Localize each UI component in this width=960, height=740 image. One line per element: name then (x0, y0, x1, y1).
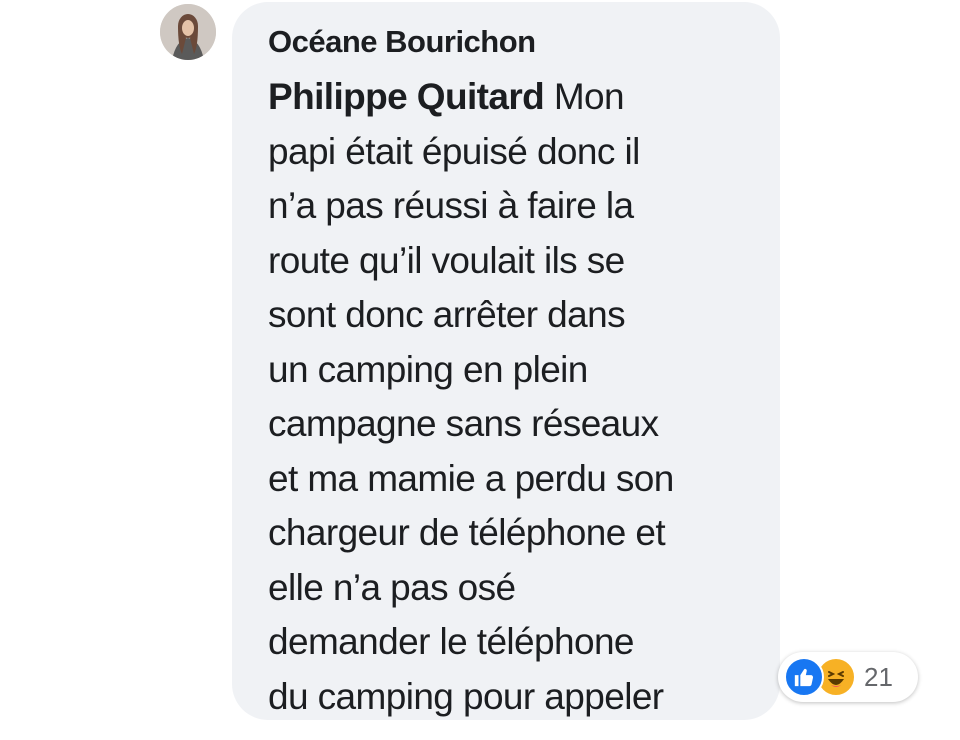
comment-line: n’a pas réussi à faire la (268, 185, 634, 226)
mention-tag[interactable]: Philippe Quitard (268, 76, 545, 117)
comment-line: du camping pour appeler (268, 675, 664, 717)
comment-line: demander le téléphone (268, 621, 635, 662)
comment-line: campagne sans réseaux (268, 403, 659, 444)
comment-line: route qu’il voulait ils se (268, 239, 625, 281)
reaction-count: 21 (864, 661, 893, 692)
comment-line: et ma mamie a perdu son (268, 457, 674, 499)
avatar[interactable] (160, 4, 216, 60)
like-icon (784, 657, 824, 697)
comment-line: chargeur de téléphone et (268, 512, 666, 553)
comment-line: elle n’a pas osé (268, 566, 516, 608)
comment-text: Philippe Quitard Mon papi était épuisé d… (268, 70, 754, 724)
reactions-summary[interactable]: 21 (778, 652, 918, 702)
comment-line: un camping en plein (268, 348, 588, 390)
comment-line: papi était épuisé donc il (268, 130, 640, 172)
comment-line: sont donc arrêter dans (268, 294, 626, 335)
comment-bubble: Océane Bourichon Philippe Quitard Mon pa… (232, 2, 780, 720)
comment-author-name[interactable]: Océane Bourichon (268, 22, 754, 62)
profile-photo (160, 4, 216, 60)
comment-line: Mon (544, 76, 625, 117)
